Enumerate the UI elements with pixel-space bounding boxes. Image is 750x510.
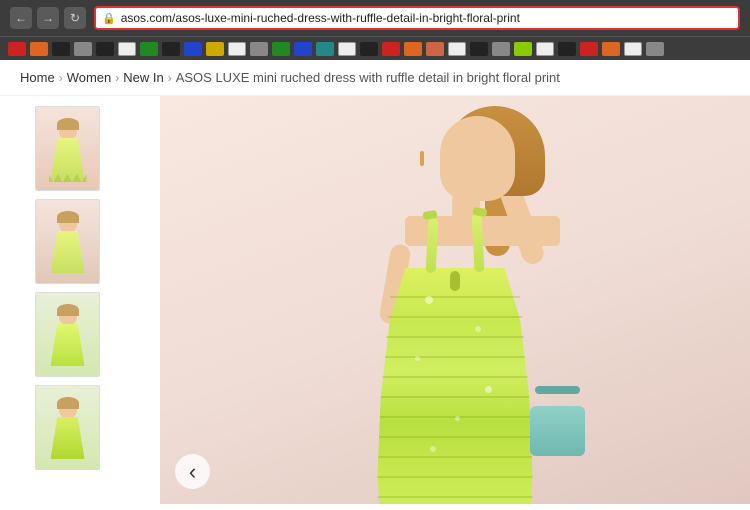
bookmark-7[interactable] (140, 42, 158, 56)
bookmark-20[interactable] (426, 42, 444, 56)
bookmark-14[interactable] (294, 42, 312, 56)
breadcrumb-sep3: › (168, 71, 172, 85)
bookmark-1[interactable] (8, 42, 26, 56)
bookmarks-bar (0, 36, 750, 60)
browser-buttons: ← → ↻ (10, 7, 86, 29)
thumbnail-strip (0, 96, 160, 504)
lock-icon: 🔒 (102, 12, 116, 25)
bookmark-15[interactable] (316, 42, 334, 56)
breadcrumb-sep1: › (59, 71, 63, 85)
refresh-button[interactable]: ↻ (64, 7, 86, 29)
bookmark-2[interactable] (30, 42, 48, 56)
bookmark-4[interactable] (74, 42, 92, 56)
back-button[interactable]: ← (10, 7, 32, 29)
bookmark-17[interactable] (360, 42, 378, 56)
thumbnail-2[interactable] (35, 199, 100, 284)
bookmark-13[interactable] (272, 42, 290, 56)
bookmark-23[interactable] (492, 42, 510, 56)
bookmark-26[interactable] (558, 42, 576, 56)
bookmark-18[interactable] (382, 42, 400, 56)
browser-chrome: ← → ↻ 🔒 asos.com/asos-luxe-mini-ruched-d… (0, 0, 750, 36)
bookmark-28[interactable] (602, 42, 620, 56)
bookmark-12[interactable] (250, 42, 268, 56)
bookmark-3[interactable] (52, 42, 70, 56)
page-content: Home › Women › New In › ASOS LUXE mini r… (0, 60, 750, 510)
breadcrumb-sep2: › (115, 71, 119, 85)
back-arrow-button[interactable]: ‹ (175, 454, 210, 489)
thumbnail-1[interactable] (35, 106, 100, 191)
bookmark-6[interactable] (118, 42, 136, 56)
breadcrumb-home[interactable]: Home (20, 70, 55, 85)
bookmark-10[interactable] (206, 42, 224, 56)
bookmark-19[interactable] (404, 42, 422, 56)
bookmark-24[interactable] (514, 42, 532, 56)
bookmark-30[interactable] (646, 42, 664, 56)
bookmark-27[interactable] (580, 42, 598, 56)
address-bar[interactable]: 🔒 asos.com/asos-luxe-mini-ruched-dress-w… (94, 6, 740, 30)
address-text: asos.com/asos-luxe-mini-ruched-dress-wit… (121, 11, 520, 25)
breadcrumb-new-in[interactable]: New In (123, 70, 163, 85)
breadcrumb: Home › Women › New In › ASOS LUXE mini r… (0, 60, 750, 96)
product-area: ‹ (0, 96, 750, 504)
bookmark-21[interactable] (448, 42, 466, 56)
forward-button[interactable]: → (37, 7, 59, 29)
bookmark-25[interactable] (536, 42, 554, 56)
bookmark-11[interactable] (228, 42, 246, 56)
thumbnail-3[interactable] (35, 292, 100, 377)
bookmark-5[interactable] (96, 42, 114, 56)
bookmark-22[interactable] (470, 42, 488, 56)
breadcrumb-women[interactable]: Women (67, 70, 112, 85)
bookmark-16[interactable] (338, 42, 356, 56)
thumbnail-4[interactable] (35, 385, 100, 470)
bookmark-29[interactable] (624, 42, 642, 56)
bookmark-9[interactable] (184, 42, 202, 56)
breadcrumb-product: ASOS LUXE mini ruched dress with ruffle … (176, 70, 560, 85)
bookmark-8[interactable] (162, 42, 180, 56)
main-image: ‹ (160, 96, 750, 504)
